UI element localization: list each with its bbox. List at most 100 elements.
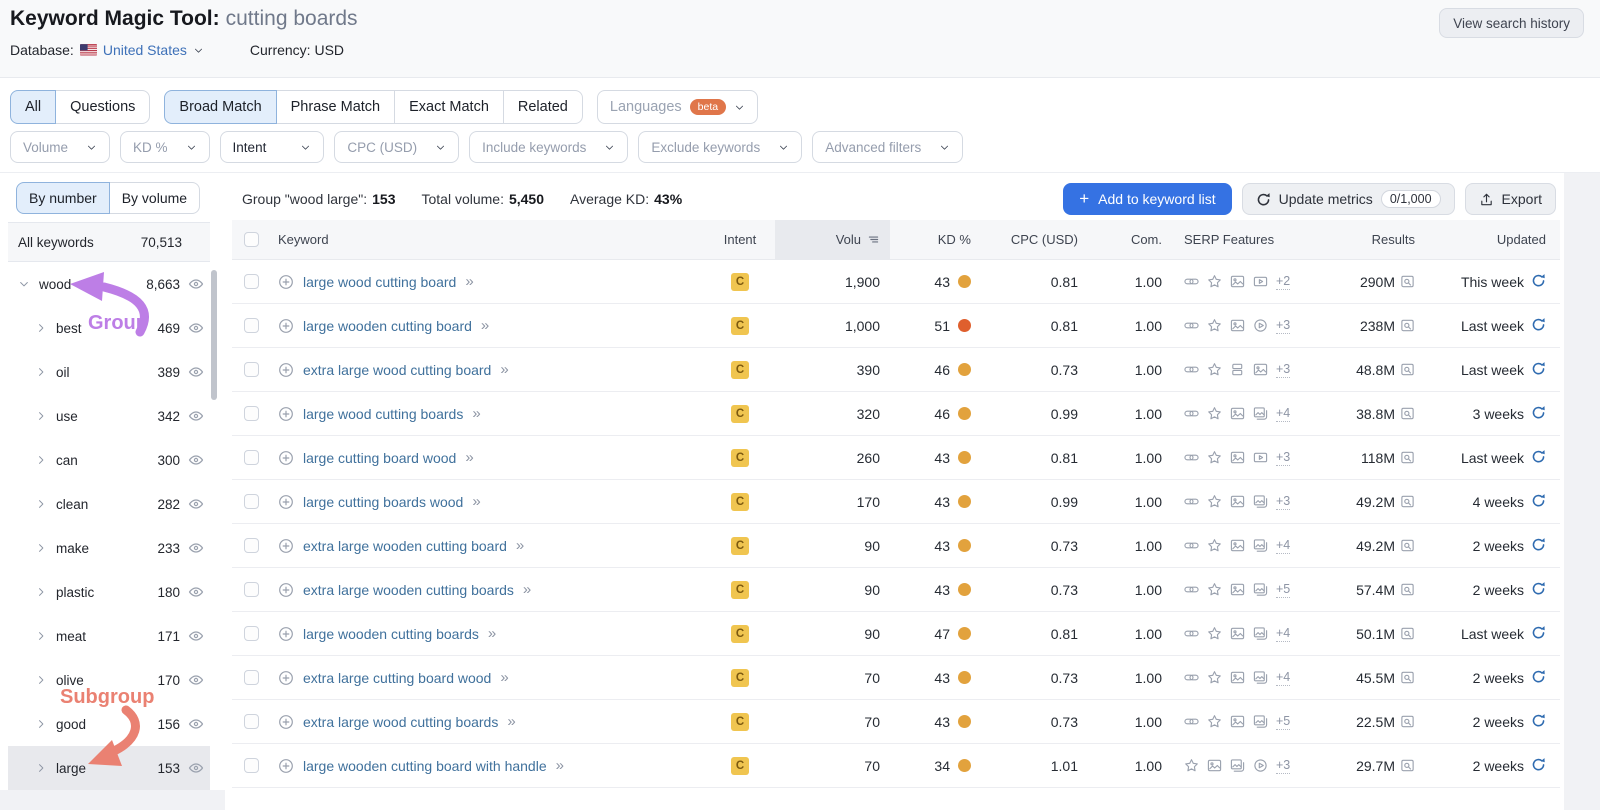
by-number-toggle[interactable]: By number	[16, 182, 110, 214]
expand-keyword-icon[interactable]: »	[507, 713, 515, 730]
refresh-icon[interactable]	[1531, 449, 1546, 467]
serp-preview-icon[interactable]	[1400, 274, 1415, 289]
sidebar-group-item[interactable]: wood 8,663	[8, 262, 210, 306]
eye-icon[interactable]	[188, 320, 204, 336]
keyword-link[interactable]: large cutting boards wood	[303, 494, 463, 510]
sidebar-group-item[interactable]: can 300	[8, 438, 210, 482]
refresh-icon[interactable]	[1531, 669, 1546, 687]
serp-preview-icon[interactable]	[1400, 582, 1415, 597]
serp-more-count[interactable]: +4	[1276, 538, 1291, 554]
group-chevron-icon[interactable]	[35, 366, 49, 378]
serp-preview-icon[interactable]	[1400, 538, 1415, 553]
expand-keyword-icon[interactable]: »	[500, 669, 508, 686]
serp-preview-icon[interactable]	[1400, 626, 1415, 641]
serp-more-count[interactable]: +3	[1276, 494, 1291, 510]
add-keyword-icon[interactable]	[278, 318, 294, 334]
tab-questions[interactable]: Questions	[55, 90, 151, 124]
add-keyword-icon[interactable]	[278, 406, 294, 422]
eye-icon[interactable]	[188, 584, 204, 600]
keyword-link[interactable]: large wooden cutting board with handle	[303, 758, 547, 774]
refresh-icon[interactable]	[1531, 361, 1546, 379]
row-checkbox[interactable]	[244, 494, 259, 509]
row-checkbox[interactable]	[244, 714, 259, 729]
row-checkbox[interactable]	[244, 758, 259, 773]
group-chevron-icon[interactable]	[35, 762, 49, 774]
refresh-icon[interactable]	[1531, 757, 1546, 775]
keyword-link[interactable]: extra large wood cutting board	[303, 362, 491, 378]
group-chevron-icon[interactable]	[35, 498, 49, 510]
expand-keyword-icon[interactable]: »	[488, 625, 496, 642]
languages-dropdown[interactable]: Languages beta	[596, 90, 759, 124]
group-chevron-icon[interactable]	[35, 322, 49, 334]
row-checkbox[interactable]	[244, 626, 259, 641]
expand-keyword-icon[interactable]: »	[472, 493, 480, 510]
row-checkbox[interactable]	[244, 538, 259, 553]
add-keyword-icon[interactable]	[278, 274, 294, 290]
add-keyword-icon[interactable]	[278, 450, 294, 466]
row-checkbox[interactable]	[244, 670, 259, 685]
tab-phrase-match[interactable]: Phrase Match	[275, 90, 396, 124]
serp-more-count[interactable]: +3	[1276, 362, 1291, 378]
group-chevron-icon[interactable]	[35, 542, 49, 554]
add-keyword-icon[interactable]	[278, 626, 294, 642]
serp-preview-icon[interactable]	[1400, 494, 1415, 509]
sidebar-group-item[interactable]: olive 170	[8, 658, 210, 702]
eye-icon[interactable]	[188, 628, 204, 644]
serp-more-count[interactable]: +4	[1276, 406, 1291, 422]
serp-preview-icon[interactable]	[1400, 670, 1415, 685]
serp-preview-icon[interactable]	[1400, 758, 1415, 773]
serp-preview-icon[interactable]	[1400, 406, 1415, 421]
group-chevron-icon[interactable]	[35, 410, 49, 422]
col-com[interactable]: Com.	[1090, 220, 1170, 259]
row-checkbox[interactable]	[244, 362, 259, 377]
refresh-icon[interactable]	[1531, 493, 1546, 511]
keyword-link[interactable]: extra large wood cutting boards	[303, 714, 498, 730]
expand-keyword-icon[interactable]: »	[523, 581, 531, 598]
sidebar-group-item[interactable]: large 153	[8, 746, 210, 790]
eye-icon[interactable]	[188, 540, 204, 556]
group-chevron-icon[interactable]	[35, 454, 49, 466]
by-volume-toggle[interactable]: By volume	[108, 182, 201, 214]
eye-icon[interactable]	[188, 364, 204, 380]
serp-more-count[interactable]: +5	[1276, 714, 1291, 730]
group-chevron-icon[interactable]	[35, 718, 49, 730]
keyword-link[interactable]: large cutting board wood	[303, 450, 456, 466]
filter-cpc[interactable]: CPC (USD)	[334, 131, 460, 163]
sidebar-group-item[interactable]: clean 282	[8, 482, 210, 526]
add-keyword-icon[interactable]	[278, 670, 294, 686]
keyword-link[interactable]: large wood cutting board	[303, 274, 456, 290]
col-volume[interactable]: Volu	[775, 220, 890, 259]
serp-more-count[interactable]: +4	[1276, 626, 1291, 642]
serp-more-count[interactable]: +4	[1276, 670, 1291, 686]
keyword-link[interactable]: extra large wooden cutting board	[303, 538, 507, 554]
serp-preview-icon[interactable]	[1400, 318, 1415, 333]
group-chevron-icon[interactable]	[18, 278, 32, 290]
refresh-icon[interactable]	[1531, 537, 1546, 555]
group-chevron-icon[interactable]	[35, 586, 49, 598]
col-cpc[interactable]: CPC (USD)	[975, 220, 1090, 259]
row-checkbox[interactable]	[244, 450, 259, 465]
eye-icon[interactable]	[188, 408, 204, 424]
serp-more-count[interactable]: +3	[1276, 318, 1291, 334]
add-to-keyword-list-button[interactable]: + Add to keyword list	[1063, 183, 1232, 215]
eye-icon[interactable]	[188, 452, 204, 468]
eye-icon[interactable]	[188, 672, 204, 688]
eye-icon[interactable]	[188, 276, 204, 292]
group-chevron-icon[interactable]	[35, 674, 49, 686]
filter-include-keywords[interactable]: Include keywords	[469, 131, 629, 163]
tab-related[interactable]: Related	[502, 90, 583, 124]
refresh-icon[interactable]	[1531, 713, 1546, 731]
refresh-icon[interactable]	[1531, 581, 1546, 599]
add-keyword-icon[interactable]	[278, 362, 294, 378]
database-selector[interactable]: United States	[79, 42, 204, 58]
filter-exclude-keywords[interactable]: Exclude keywords	[638, 131, 803, 163]
keyword-link[interactable]: extra large cutting board wood	[303, 670, 491, 686]
refresh-icon[interactable]	[1531, 317, 1546, 335]
refresh-icon[interactable]	[1531, 625, 1546, 643]
group-chevron-icon[interactable]	[35, 630, 49, 642]
update-metrics-button[interactable]: Update metrics 0/1,000	[1241, 183, 1455, 215]
tab-all[interactable]: All	[10, 90, 57, 124]
sidebar-group-item[interactable]: good 156	[8, 702, 210, 746]
col-results[interactable]: Results	[1315, 220, 1415, 259]
all-keywords-item[interactable]: All keywords 70,513	[8, 222, 210, 262]
